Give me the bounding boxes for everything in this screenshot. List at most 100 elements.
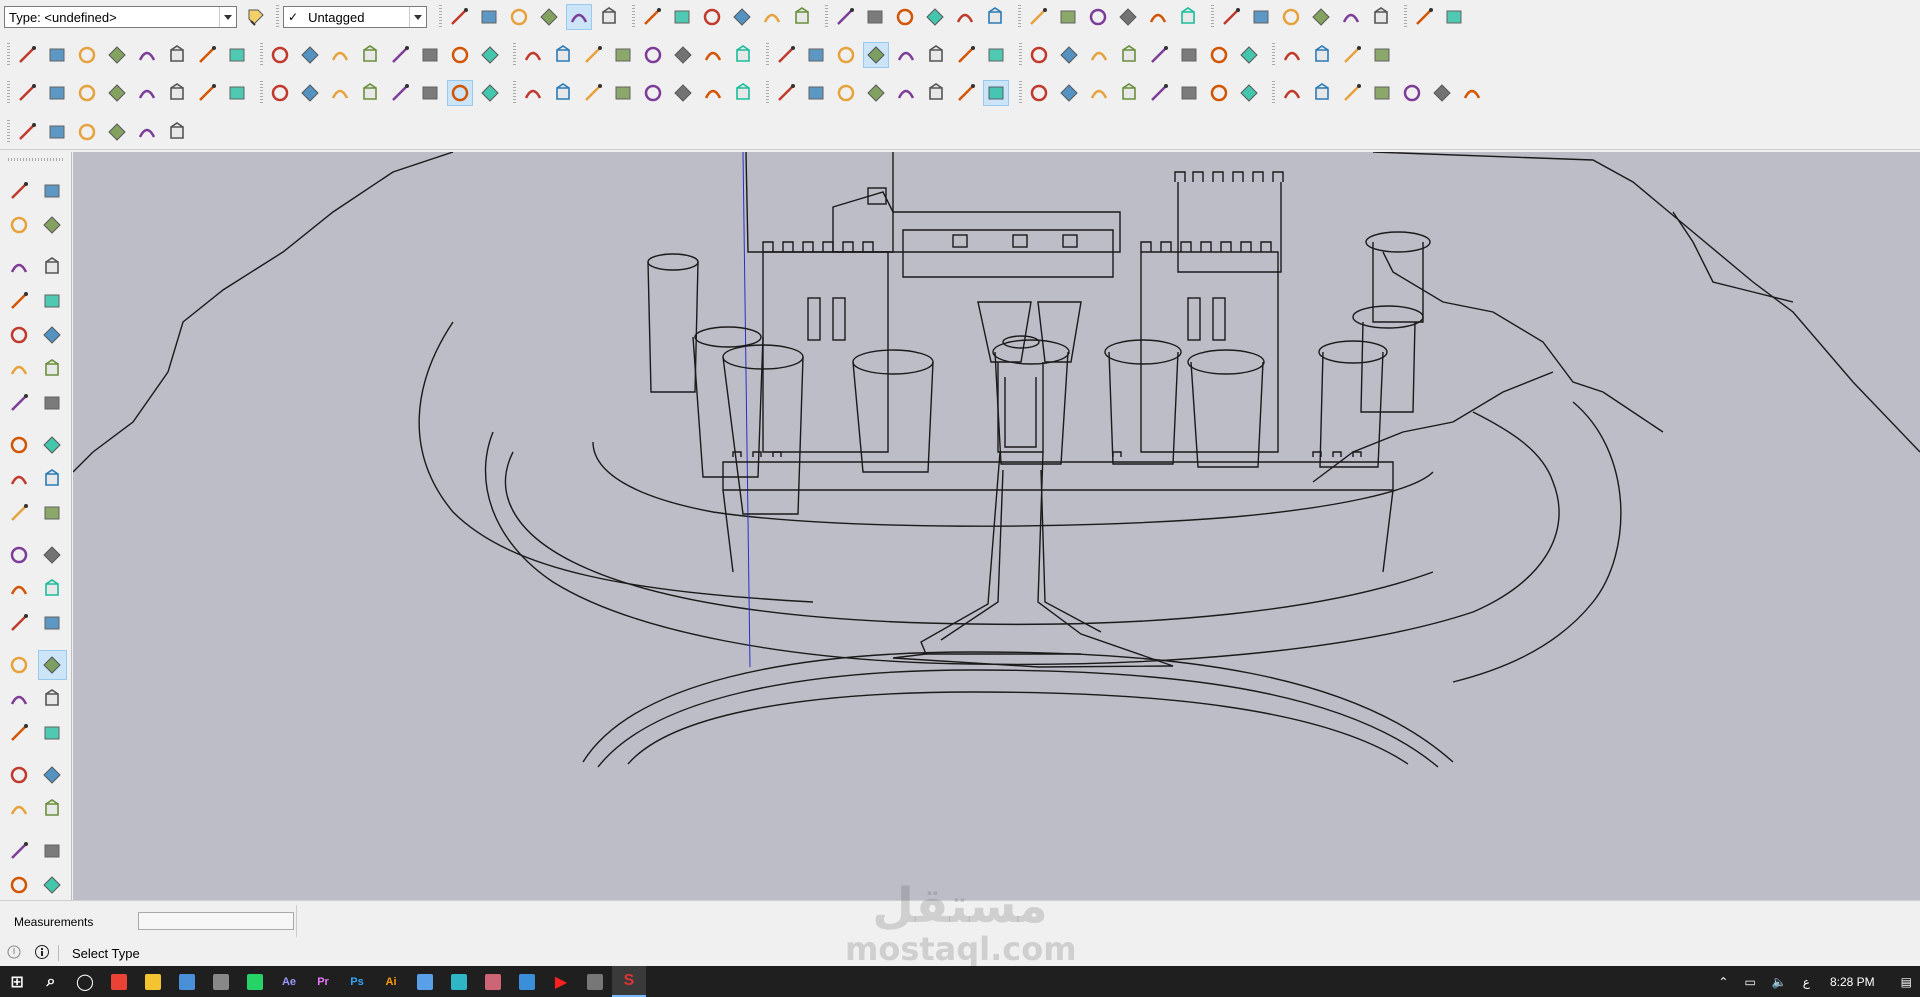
- circle-icon[interactable]: [267, 42, 293, 68]
- rotate-icon[interactable]: [267, 80, 293, 106]
- polygon-icon[interactable]: [38, 320, 68, 350]
- rotated-rectangle-icon[interactable]: [38, 286, 68, 316]
- info-icon[interactable]: [34, 944, 50, 960]
- language-indicator[interactable]: ع: [1803, 975, 1810, 989]
- share-component-icon[interactable]: [4, 870, 34, 900]
- cloud-icon[interactable]: [1368, 4, 1394, 30]
- top-view-icon[interactable]: [536, 4, 562, 30]
- extension-icon[interactable]: [580, 80, 606, 106]
- select-icon[interactable]: [14, 42, 40, 68]
- position-camera-icon[interactable]: [4, 760, 34, 790]
- edge-icon[interactable]: [1339, 80, 1365, 106]
- bottom-view-icon[interactable]: [669, 4, 695, 30]
- iso-view-icon[interactable]: [476, 4, 502, 30]
- rotated-rectangle-icon[interactable]: [224, 42, 250, 68]
- orbit-icon[interactable]: [4, 650, 34, 680]
- axes-icon[interactable]: [4, 608, 34, 638]
- pen-app-icon[interactable]: [204, 966, 238, 997]
- paint-bucket-icon[interactable]: [4, 210, 34, 240]
- make-component-icon[interactable]: [44, 42, 70, 68]
- star-icon[interactable]: [1429, 80, 1455, 106]
- rotate-icon[interactable]: [4, 464, 34, 494]
- look-around-icon[interactable]: [1056, 42, 1082, 68]
- drape-icon[interactable]: [134, 119, 160, 145]
- sun-icon[interactable]: [1236, 80, 1262, 106]
- front-view-icon[interactable]: [506, 4, 532, 30]
- app-icon[interactable]: [476, 966, 510, 997]
- refresh-icon[interactable]: [1056, 80, 1082, 106]
- push-pull-icon[interactable]: [164, 80, 190, 106]
- move-icon[interactable]: [224, 80, 250, 106]
- components-icon[interactable]: [1085, 4, 1111, 30]
- protractor-icon[interactable]: [700, 42, 726, 68]
- pie-icon[interactable]: [417, 42, 443, 68]
- sandbox-from-contours-icon[interactable]: [14, 119, 40, 145]
- solid-tools-icon[interactable]: [1236, 42, 1262, 68]
- look-around-icon[interactable]: [38, 760, 68, 790]
- select-icon[interactable]: [4, 176, 34, 206]
- add-location-icon[interactable]: [1369, 42, 1395, 68]
- text-icon[interactable]: [38, 574, 68, 604]
- right-view-icon[interactable]: [566, 4, 592, 30]
- type-combo[interactable]: Type: <undefined>: [4, 6, 237, 28]
- dimension-icon[interactable]: [670, 42, 696, 68]
- rectangle-icon[interactable]: [194, 42, 220, 68]
- arc-icon[interactable]: [327, 42, 353, 68]
- previous-view-icon[interactable]: [38, 718, 68, 748]
- tape-measure-icon[interactable]: [4, 540, 34, 570]
- eraser-icon[interactable]: [104, 42, 130, 68]
- warehouse-icon[interactable]: [1025, 4, 1051, 30]
- share-model-icon[interactable]: [610, 80, 636, 106]
- subtract-icon[interactable]: [833, 80, 859, 106]
- model-info-icon[interactable]: [1279, 42, 1305, 68]
- tag-combo[interactable]: ✓ Untagged: [283, 6, 427, 28]
- zoom-extents-icon[interactable]: [953, 42, 979, 68]
- walk-icon[interactable]: [1278, 4, 1304, 30]
- freehand-icon[interactable]: [164, 42, 190, 68]
- shadow-icon[interactable]: [1279, 80, 1305, 106]
- ruby-icon[interactable]: [38, 870, 68, 900]
- photoshop-icon[interactable]: Ps: [340, 966, 374, 997]
- teapot-icon[interactable]: [983, 80, 1009, 106]
- zoom-extents-icon[interactable]: [520, 80, 546, 106]
- outliner-icon[interactable]: [730, 80, 756, 106]
- cloud-icon[interactable]: [1026, 80, 1052, 106]
- polygon-icon[interactable]: [297, 42, 323, 68]
- zoom-extents-icon[interactable]: [4, 718, 34, 748]
- stamp-icon[interactable]: [104, 119, 130, 145]
- extension-warehouse-icon[interactable]: [38, 836, 68, 866]
- three-point-arc-icon[interactable]: [387, 42, 413, 68]
- illustrator-icon[interactable]: Ai: [374, 966, 408, 997]
- walk-icon[interactable]: [4, 794, 34, 824]
- make-component-icon[interactable]: [38, 176, 68, 206]
- chevron-down-icon[interactable]: [409, 7, 426, 27]
- share-icon[interactable]: [1339, 42, 1365, 68]
- pan-icon[interactable]: [37, 650, 67, 680]
- rotate-icon[interactable]: [520, 42, 546, 68]
- three-point-arc-icon[interactable]: [4, 388, 34, 418]
- xray-cube-icon[interactable]: [1146, 42, 1172, 68]
- zoom-icon[interactable]: [893, 42, 919, 68]
- extension-icon[interactable]: [1055, 4, 1081, 30]
- dimension-icon[interactable]: [38, 540, 68, 570]
- user-icon[interactable]: [670, 80, 696, 106]
- push-pull-icon[interactable]: [477, 42, 503, 68]
- volume-icon[interactable]: 🔈: [1772, 975, 1787, 989]
- whatsapp-icon[interactable]: [238, 966, 272, 997]
- calculator-icon[interactable]: [170, 966, 204, 997]
- axes-icon[interactable]: [773, 42, 799, 68]
- left-view-icon[interactable]: [639, 4, 665, 30]
- geo-location-icon[interactable]: [6, 944, 22, 960]
- offset-icon[interactable]: [610, 42, 636, 68]
- section-plane-icon[interactable]: [38, 794, 68, 824]
- sandbox-from-scratch-icon[interactable]: [44, 119, 70, 145]
- after-effects-icon[interactable]: Ae: [272, 966, 306, 997]
- protractor-icon[interactable]: [1369, 80, 1395, 106]
- dimension-grid-icon[interactable]: [1086, 80, 1112, 106]
- back-edges-cube-icon[interactable]: [1176, 42, 1202, 68]
- text-icon[interactable]: [730, 42, 756, 68]
- youtube-icon[interactable]: ▶: [544, 966, 578, 997]
- text-icon[interactable]: [357, 80, 383, 106]
- offset-icon[interactable]: [38, 498, 68, 528]
- section-icon[interactable]: [1116, 42, 1142, 68]
